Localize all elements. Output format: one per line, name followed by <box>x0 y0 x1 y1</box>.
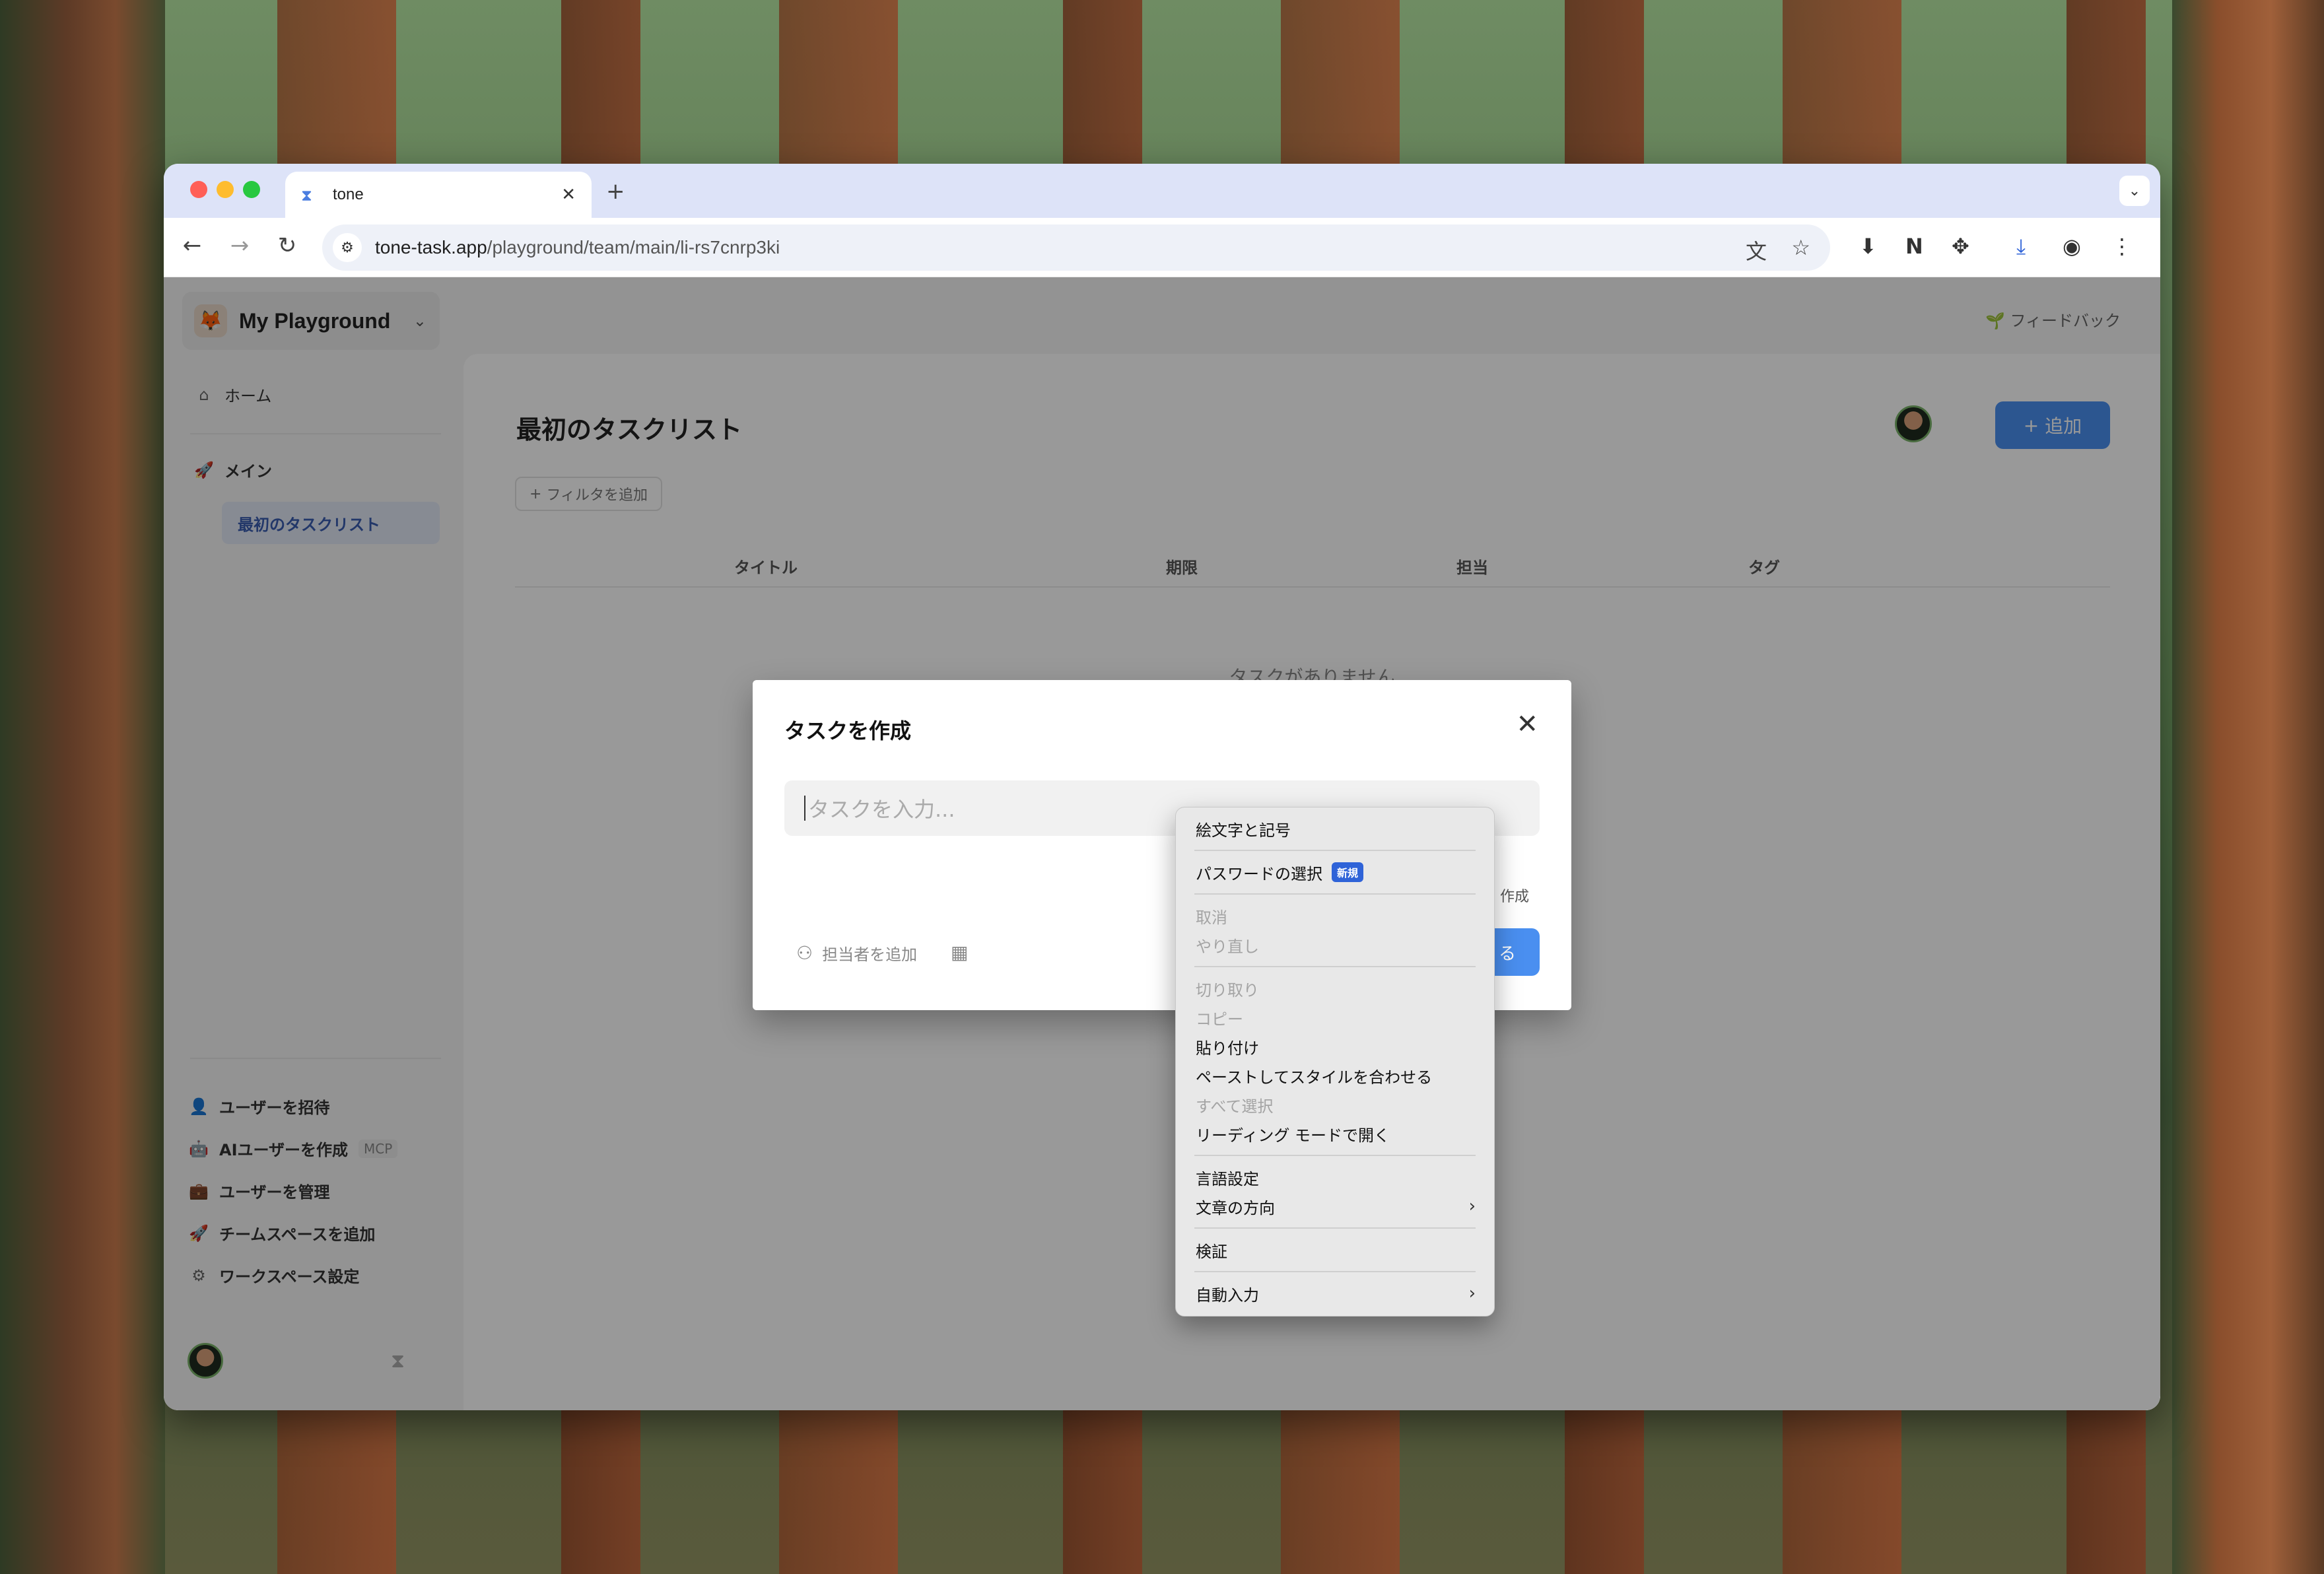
browser-tab[interactable]: ⧗ tone ✕ <box>285 172 592 218</box>
dialog-title: タスクを作成 <box>784 718 912 743</box>
tab-search-chevron-icon[interactable]: ⌄ <box>2119 176 2150 206</box>
chevron-right-icon: › <box>1468 1283 1476 1303</box>
tab-title: tone <box>333 186 364 203</box>
menu-separator <box>1194 893 1476 895</box>
menu-item-paste[interactable]: 貼り付け <box>1176 1032 1494 1061</box>
menu-item-language[interactable]: 言語設定 <box>1176 1163 1494 1192</box>
task-input-placeholder: タスクを入力... <box>808 797 955 822</box>
address-bar[interactable]: ⚙ tone-task.app/playground/team/main/li-… <box>322 224 1830 271</box>
url-host: tone-task.app <box>375 237 487 257</box>
profile-avatar-icon[interactable]: ◉ <box>2063 234 2081 259</box>
extensions-puzzle-icon[interactable]: ✥ <box>1952 234 1969 259</box>
bookmark-star-icon[interactable]: ☆ <box>1791 235 1810 260</box>
close-window-button[interactable] <box>190 181 207 198</box>
menu-item-cut: 切り取り <box>1196 980 1259 1000</box>
menu-item-emoji[interactable]: 絵文字と記号 <box>1176 814 1494 843</box>
calendar-icon[interactable]: ▦ <box>951 941 968 963</box>
text-caret <box>804 796 805 821</box>
context-menu: 絵文字と記号 パスワードの選択 新規 取消 やり直し 切り取り コピー 貼り付け… <box>1175 807 1495 1317</box>
menu-item-password[interactable]: パスワードの選択 新規 <box>1176 858 1494 887</box>
minimize-window-button[interactable] <box>217 181 234 198</box>
reload-icon[interactable]: ↻ <box>272 232 302 259</box>
close-icon[interactable]: ✕ <box>1516 709 1538 739</box>
menu-item-autofill[interactable]: 自動入力 › <box>1176 1279 1494 1308</box>
new-tab-icon[interactable]: + <box>606 178 625 205</box>
menu-separator <box>1194 850 1476 851</box>
menu-item-redo: やり直し <box>1196 937 1259 956</box>
download-icon[interactable]: ⤓ <box>2016 234 2026 259</box>
save-to-pocket-icon[interactable]: ⬇ <box>1859 234 1877 259</box>
menu-item-writing-direction[interactable]: 文章の方向 › <box>1176 1192 1494 1221</box>
hourglass-icon: ⧗ <box>301 186 312 205</box>
menu-separator <box>1194 1227 1476 1229</box>
create-more-label: 作成 <box>1499 889 1529 905</box>
menu-separator <box>1194 1155 1476 1156</box>
chevron-right-icon: › <box>1468 1196 1476 1216</box>
menu-item-inspect[interactable]: 検証 <box>1176 1235 1494 1264</box>
tab-close-icon[interactable]: ✕ <box>561 185 576 205</box>
notion-icon[interactable]: N <box>1905 234 1923 259</box>
menu-item-select-all: すべて選択 <box>1196 1097 1274 1116</box>
browser-menu-icon[interactable]: ⋮ <box>2111 234 2133 259</box>
forward-arrow-icon[interactable]: → <box>224 232 255 259</box>
new-badge: 新規 <box>1332 862 1364 882</box>
menu-separator <box>1194 966 1476 967</box>
menu-item-copy: コピー <box>1196 1009 1243 1029</box>
menu-item-undo: 取消 <box>1196 908 1227 927</box>
browser-toolbar: ← → ↻ ⚙ tone-task.app/playground/team/ma… <box>164 218 2160 277</box>
user-plus-icon: ⚇ <box>796 942 813 964</box>
assignee-label: 担当者を追加 <box>822 945 918 964</box>
back-arrow-icon[interactable]: ← <box>177 232 207 259</box>
add-assignee-button[interactable]: ⚇ 担当者を追加 <box>796 941 917 965</box>
background-tree-right <box>2172 0 2324 1574</box>
url-path: /playground/team/main/li-rs7cnrp3ki <box>487 237 780 257</box>
menu-item-reading-mode[interactable]: リーディング モードで開く <box>1176 1119 1494 1148</box>
menu-item-label: 文章の方向 <box>1196 1198 1275 1217</box>
menu-item-paste-match-style[interactable]: ペーストしてスタイルを合わせる <box>1176 1061 1494 1090</box>
maximize-window-button[interactable] <box>243 181 260 198</box>
menu-item-label: 自動入力 <box>1196 1285 1259 1305</box>
menu-item-label: パスワードの選択 <box>1196 864 1322 883</box>
menu-separator <box>1194 1271 1476 1272</box>
tab-bar: ⧗ tone ✕ + ⌄ <box>164 164 2160 218</box>
background-tree-left <box>0 0 165 1574</box>
translate-icon[interactable]: 文 <box>1746 235 1767 265</box>
site-settings-icon[interactable]: ⚙ <box>333 233 362 262</box>
